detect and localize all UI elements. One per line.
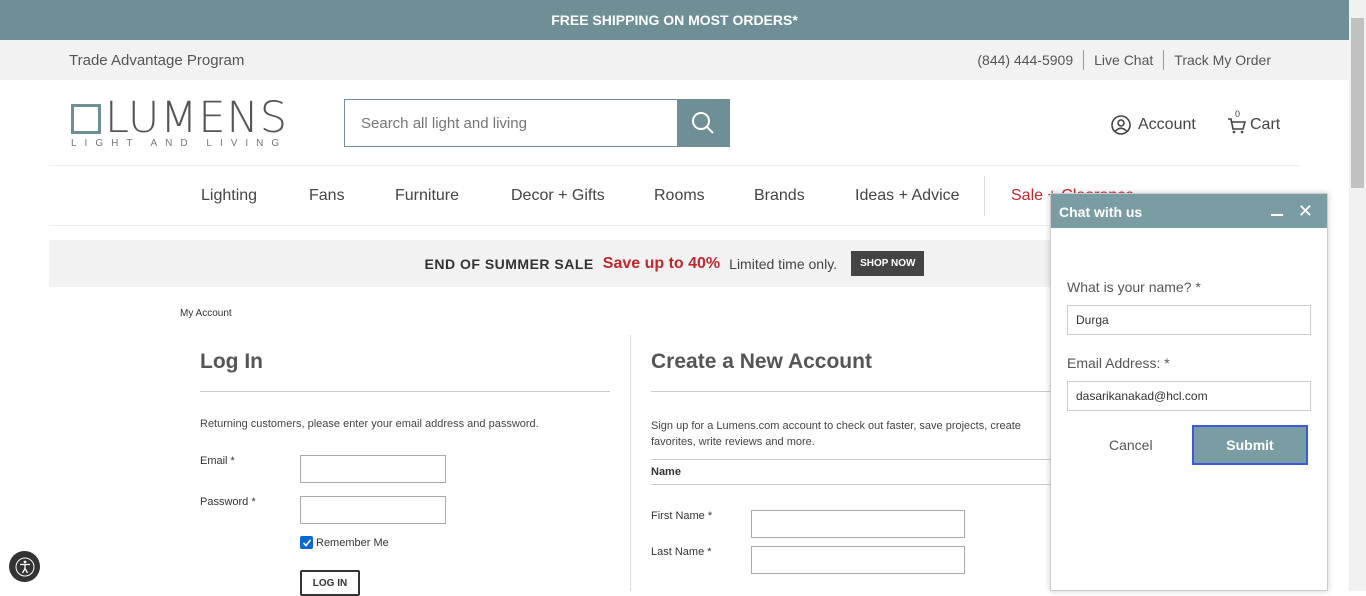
email-field[interactable]	[300, 455, 446, 483]
close-icon[interactable]: ✕	[1298, 201, 1313, 222]
trade-program-link[interactable]: Trade Advantage Program	[69, 52, 244, 69]
nav-ideas-advice[interactable]: Ideas + Advice	[855, 187, 960, 205]
password-field[interactable]	[300, 496, 446, 524]
utility-bar: Trade Advantage Program (844) 444-5909 L…	[0, 40, 1349, 80]
first-name-field[interactable]	[751, 510, 965, 538]
chat-name-field[interactable]: Durga	[1067, 305, 1311, 335]
remember-label: Remember Me	[316, 536, 389, 549]
account-link[interactable]: Account	[1111, 115, 1196, 135]
search-icon	[692, 112, 714, 134]
phone-link[interactable]: (844) 444-5909	[967, 50, 1083, 70]
free-shipping-text: FREE SHIPPING ON MOST ORDERS*	[551, 12, 798, 28]
chat-widget: Chat with us ✕ What is your name? * Durg…	[1050, 193, 1328, 591]
nav-fans[interactable]: Fans	[309, 187, 345, 205]
cart-link[interactable]: 0 Cart	[1227, 109, 1281, 135]
sale-headline: END OF SUMMER SALE	[424, 255, 594, 272]
login-description: Returning customers, please enter your e…	[200, 418, 539, 430]
search-input[interactable]	[345, 100, 677, 146]
password-label: Password *	[200, 496, 256, 508]
nav-rooms[interactable]: Rooms	[654, 187, 705, 205]
cart-icon: 0	[1227, 109, 1247, 135]
accessibility-figure-icon	[15, 557, 34, 576]
logo-mark-icon	[71, 104, 101, 134]
track-order-link[interactable]: Track My Order	[1163, 50, 1281, 70]
logo-wordmark: LUMENS	[71, 97, 288, 140]
minimize-icon[interactable]	[1271, 214, 1283, 216]
chat-name-label: What is your name? *	[1067, 279, 1201, 295]
page-scrollbar[interactable]	[1349, 0, 1366, 591]
nav-brands[interactable]: Brands	[754, 187, 805, 205]
nav-decor-gifts[interactable]: Decor + Gifts	[511, 187, 605, 205]
chat-submit-button[interactable]: Submit	[1192, 425, 1308, 465]
user-icon	[1111, 115, 1131, 135]
sale-note: Limited time only.	[729, 255, 838, 272]
email-label: Email *	[200, 455, 235, 467]
chat-title: Chat with us	[1059, 204, 1143, 220]
cart-label: Cart	[1250, 116, 1281, 133]
breadcrumb[interactable]: My Account	[180, 308, 232, 319]
cart-count: 0	[1235, 109, 1241, 119]
site-header: LUMENS LIGHT AND LIVING Account 0 Cart	[0, 80, 1349, 166]
lumens-logo[interactable]: LUMENS LIGHT AND LIVING	[71, 97, 288, 149]
accessibility-icon[interactable]	[9, 551, 40, 582]
login-title: Log In	[200, 350, 263, 373]
nav-furniture[interactable]: Furniture	[395, 187, 459, 205]
chat-email-field[interactable]: dasarikanakad@hcl.com	[1067, 381, 1311, 411]
create-divider	[651, 391, 1051, 392]
logo-text: LUMENS	[105, 93, 289, 143]
chat-email-label: Email Address: *	[1067, 355, 1170, 371]
remember-checkbox[interactable]	[300, 536, 313, 549]
nav-lighting[interactable]: Lighting	[201, 187, 257, 205]
login-divider	[200, 391, 610, 392]
remember-me[interactable]: Remember Me	[300, 536, 389, 549]
chat-cancel-button[interactable]: Cancel	[1109, 437, 1153, 453]
scrollbar-thumb[interactable]	[1351, 18, 1364, 188]
utility-links: (844) 444-5909 Live Chat Track My Order	[967, 50, 1281, 70]
sale-offer: Save up to 40%	[602, 254, 721, 272]
last-name-label: Last Name *	[651, 546, 712, 558]
search-box	[344, 99, 730, 147]
shop-now-button[interactable]: SHOP NOW	[851, 251, 925, 276]
nav-divider	[984, 176, 985, 216]
logo-tagline: LIGHT AND LIVING	[71, 138, 288, 149]
live-chat-link[interactable]: Live Chat	[1083, 50, 1163, 70]
search-button[interactable]	[677, 100, 729, 146]
column-divider	[630, 335, 631, 591]
create-description: Sign up for a Lumens.com account to chec…	[651, 420, 1021, 448]
last-name-field[interactable]	[751, 546, 965, 574]
first-name-label: First Name *	[651, 510, 713, 522]
check-icon	[302, 538, 311, 547]
chat-header: Chat with us ✕	[1051, 194, 1327, 228]
free-shipping-banner: FREE SHIPPING ON MOST ORDERS*	[0, 0, 1349, 40]
create-account-title: Create a New Account	[651, 350, 872, 373]
login-button[interactable]: LOG IN	[300, 570, 360, 596]
name-section-header: Name	[651, 459, 1051, 485]
account-label: Account	[1138, 116, 1196, 133]
